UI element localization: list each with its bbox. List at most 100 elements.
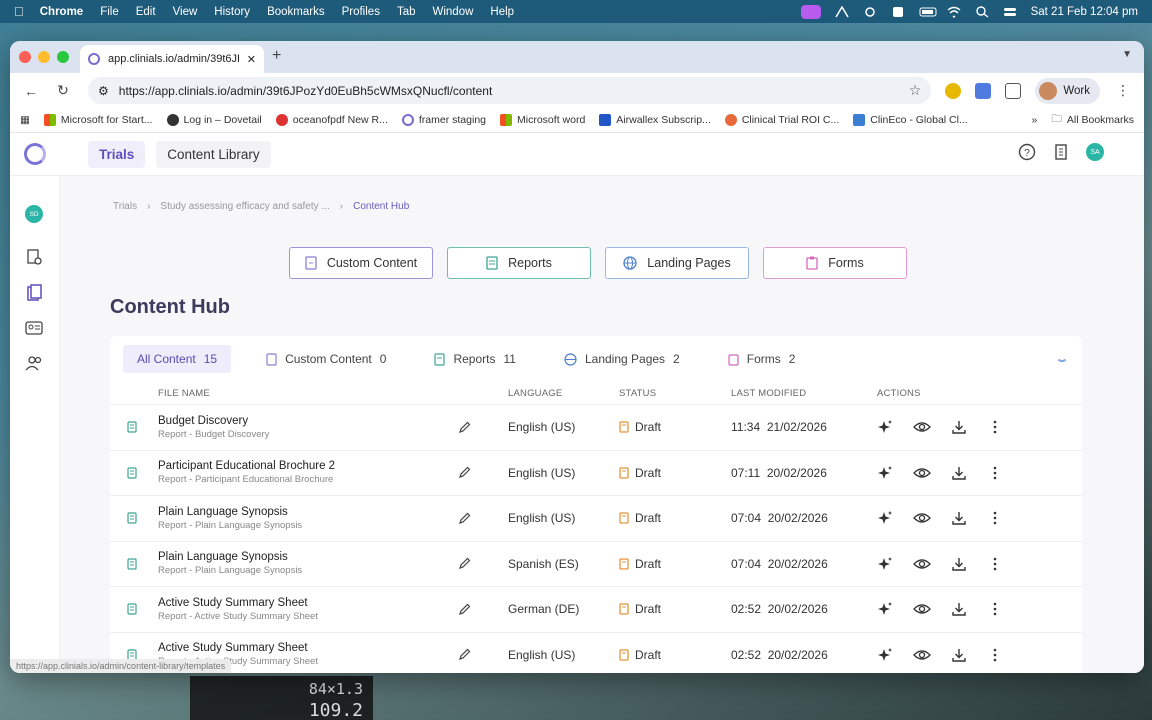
nav-content-library[interactable]: Content Library [156, 140, 271, 168]
minimize-window-button[interactable] [38, 51, 50, 63]
more-bookmarks-chevron-icon[interactable]: » [1032, 114, 1038, 126]
preview-eye-icon[interactable] [913, 419, 931, 435]
menu-bookmarks[interactable]: Bookmarks [267, 6, 325, 18]
extension-icon-2[interactable] [975, 82, 992, 99]
table-row[interactable]: Plain Language Synopsis Report - Plain L… [110, 495, 1082, 541]
preview-eye-icon[interactable] [913, 465, 931, 481]
menu-tab[interactable]: Tab [397, 6, 416, 18]
user-avatar[interactable]: SA [1086, 143, 1104, 161]
sidebar-id-card-icon[interactable] [25, 319, 43, 337]
menubar-clock[interactable]: Sat 21 Feb 12:04 pm [1031, 6, 1138, 18]
close-tab-icon[interactable]: ✕ [247, 53, 256, 66]
preview-eye-icon[interactable] [913, 556, 931, 572]
more-options-icon[interactable] [987, 556, 1003, 572]
profile-button[interactable]: Work [1035, 77, 1100, 104]
back-icon[interactable]: ← [22, 83, 40, 99]
filter-custom-content[interactable]: Custom Content 0 [253, 345, 399, 373]
edit-pencil-icon[interactable] [458, 603, 508, 616]
download-icon[interactable] [951, 419, 967, 435]
edit-pencil-icon[interactable] [458, 557, 508, 570]
preview-eye-icon[interactable] [913, 601, 931, 617]
close-window-button[interactable] [19, 51, 31, 63]
table-row[interactable]: Active Study Summary Sheet Report - Acti… [110, 631, 1082, 674]
bookmark-item[interactable]: ClinEco - Global Cl... [853, 114, 968, 126]
file-name[interactable]: Plain Language Synopsis [158, 506, 458, 518]
preview-eye-icon[interactable] [913, 510, 931, 526]
file-name[interactable]: Participant Educational Brochure 2 [158, 460, 458, 472]
breadcrumb-study[interactable]: Study assessing efficacy and safety ... [160, 201, 329, 212]
bookmark-item[interactable]: Clinical Trial ROI C... [724, 114, 839, 126]
edit-pencil-icon[interactable] [458, 466, 508, 479]
address-bar[interactable]: ⚙ https://app.clinials.io/admin/39t6JPoz… [88, 77, 932, 104]
control-center-icon[interactable] [1003, 6, 1017, 18]
download-icon[interactable] [951, 465, 967, 481]
bookmark-item[interactable]: framer staging [401, 114, 486, 126]
filter-reports[interactable]: Reports 11 [421, 345, 529, 373]
more-options-icon[interactable] [987, 601, 1003, 617]
menu-window[interactable]: Window [433, 6, 474, 18]
menu-profiles[interactable]: Profiles [342, 6, 380, 18]
bookmark-star-icon[interactable]: ☆ [909, 82, 922, 99]
file-name[interactable]: Plain Language Synopsis [158, 551, 458, 563]
tab-search-chevron-icon[interactable]: ▼ [1122, 49, 1132, 60]
building-icon[interactable] [1052, 143, 1070, 161]
table-row[interactable]: Participant Educational Brochure 2 Repor… [110, 449, 1082, 496]
browser-menu-icon[interactable]: ⋮ [1114, 82, 1132, 99]
sidebar-settings-doc-icon[interactable] [25, 248, 43, 266]
ai-sparkle-icon[interactable] [877, 601, 893, 617]
ai-sparkle-icon[interactable] [877, 465, 893, 481]
extension-status-icon[interactable] [891, 6, 905, 18]
ai-sparkle-icon[interactable] [877, 556, 893, 572]
filter-all-content[interactable]: All Content 15 [123, 345, 232, 373]
spotlight-search-icon[interactable] [975, 5, 989, 18]
nav-trials[interactable]: Trials [88, 140, 146, 168]
menu-app-name[interactable]: Chrome [40, 6, 83, 18]
more-options-icon[interactable] [987, 510, 1003, 526]
download-icon[interactable] [951, 601, 967, 617]
more-options-icon[interactable] [987, 647, 1003, 663]
ai-sparkle-icon[interactable] [877, 647, 893, 663]
bookmark-item[interactable]: Log in – Dovetail [166, 114, 262, 126]
edit-pencil-icon[interactable] [458, 648, 508, 661]
download-icon[interactable] [951, 647, 967, 663]
menu-history[interactable]: History [214, 6, 250, 18]
menu-view[interactable]: View [173, 6, 198, 18]
wifi-icon[interactable] [947, 6, 961, 18]
file-name[interactable]: Active Study Summary Sheet [158, 642, 458, 654]
sidebar-content-icon[interactable] [25, 284, 43, 302]
more-options-icon[interactable] [987, 465, 1003, 481]
file-name[interactable]: Active Study Summary Sheet [158, 597, 458, 609]
table-row[interactable]: Active Study Summary Sheet Report - Acti… [110, 586, 1082, 632]
table-row[interactable]: Budget Discovery Report - Budget Discove… [110, 404, 1082, 450]
file-name[interactable]: Budget Discovery [158, 415, 458, 427]
help-icon[interactable]: ? [1018, 143, 1036, 161]
apps-grid-icon[interactable]: ▦ [20, 114, 30, 126]
reload-icon[interactable]: ↻ [54, 82, 72, 99]
preview-eye-icon[interactable] [913, 647, 931, 663]
bookmark-item[interactable]: Microsoft for Start... [43, 114, 153, 126]
screen-record-icon[interactable] [800, 4, 821, 19]
reports-button[interactable]: Reports [447, 247, 591, 279]
download-icon[interactable] [951, 510, 967, 526]
menu-edit[interactable]: Edit [136, 6, 156, 18]
landing-pages-button[interactable]: Landing Pages [605, 247, 749, 279]
extensions-puzzle-icon[interactable] [1005, 82, 1022, 99]
table-row[interactable]: Plain Language Synopsis Report - Plain L… [110, 540, 1082, 587]
more-options-icon[interactable] [987, 419, 1003, 435]
download-icon[interactable] [951, 556, 967, 572]
col-last-modified[interactable]: LAST MODIFIED [731, 388, 877, 399]
maximize-window-button[interactable] [57, 51, 69, 63]
url-text[interactable]: https://app.clinials.io/admin/39t6JPozYd… [119, 84, 493, 98]
airdrop-icon[interactable] [834, 5, 849, 18]
bookmark-item[interactable]: Airwallex Subscrip... [599, 114, 711, 126]
col-status[interactable]: STATUS [619, 388, 731, 399]
sidebar-users-icon[interactable] [25, 354, 43, 372]
bookmark-item[interactable]: oceanofpdf New R... [275, 114, 388, 126]
clinials-logo-icon[interactable] [24, 143, 46, 165]
col-file-name[interactable]: FILE NAME [158, 388, 458, 399]
bookmark-item[interactable]: Microsoft word [500, 114, 585, 126]
edit-pencil-icon[interactable] [458, 512, 508, 525]
all-bookmarks-folder[interactable]: 🗀 All Bookmarks [1051, 111, 1134, 129]
browser-tab[interactable]: app.clinials.io/admin/39t6JPo ✕ [80, 45, 264, 73]
site-settings-icon[interactable]: ⚙ [98, 84, 109, 98]
